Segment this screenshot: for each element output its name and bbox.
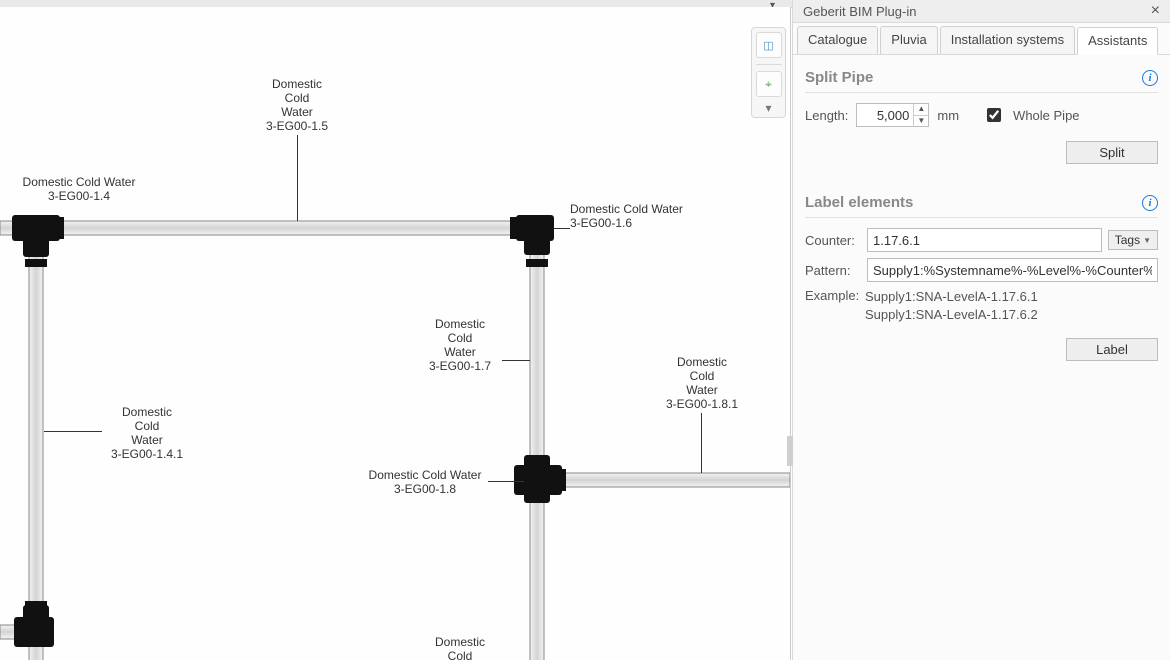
- leader-line: [297, 135, 298, 221]
- split-pipe-heading-row: Split Pipe i: [805, 69, 1158, 86]
- leader-line: [502, 360, 530, 361]
- model-viewport[interactable]: ◫ ⌖ ▾: [0, 7, 791, 660]
- tab-installation-systems[interactable]: Installation systems: [940, 26, 1075, 54]
- pipe-label: Domestic Cold Water 3-EG00-1.8.1: [654, 355, 750, 411]
- section-divider: [805, 92, 1158, 93]
- label-l1: Domestic: [252, 77, 342, 91]
- sidebar-header: Geberit BIM Plug-in ×: [793, 0, 1170, 23]
- label-l2: Cold: [252, 91, 342, 105]
- example-block: Example: Supply1:SNA-LevelA-1.17.6.1 Sup…: [805, 288, 1158, 324]
- info-icon[interactable]: i: [1142, 195, 1158, 211]
- assistants-pane: Split Pipe i Length: ▲ ▼ mm Whole Pipe: [793, 55, 1170, 373]
- spinner-down-icon[interactable]: ▼: [914, 116, 928, 127]
- tab-assistants[interactable]: Assistants: [1077, 27, 1158, 55]
- pipe-label: Domestic Cold Water 3-EG00-1.7: [415, 317, 505, 373]
- counter-input[interactable]: [867, 228, 1102, 252]
- sidebar-title: Geberit BIM Plug-in: [803, 4, 916, 19]
- label-id: 3-EG00-1.8.1: [654, 397, 750, 411]
- label-button[interactable]: Label: [1066, 338, 1158, 361]
- label-l3: Water: [102, 433, 192, 447]
- plugin-sidebar: Geberit BIM Plug-in × Catalogue Pluvia I…: [792, 0, 1170, 660]
- pipe-network: [0, 7, 790, 660]
- section-divider: [805, 217, 1158, 218]
- label-l2: Cold: [415, 331, 505, 345]
- tab-pluvia[interactable]: Pluvia: [880, 26, 937, 54]
- example-line: Supply1:SNA-LevelA-1.17.6.1: [865, 288, 1038, 306]
- example-lines: Supply1:SNA-LevelA-1.17.6.1 Supply1:SNA-…: [865, 288, 1038, 324]
- label-id: 3-EG00-1.8: [360, 482, 490, 496]
- pipe-label: Domestic Cold Water 3-EG00-1.5: [252, 77, 342, 133]
- spinner-up-icon[interactable]: ▲: [914, 104, 928, 116]
- label-elements-heading-row: Label elements i: [805, 194, 1158, 211]
- pipe-label: Domestic Cold Water 3-EG00-1.4.1: [102, 405, 192, 461]
- whole-pipe-label: Whole Pipe: [1013, 108, 1079, 123]
- label-id: 3-EG00-1.5: [252, 119, 342, 133]
- length-spinner[interactable]: ▲ ▼: [856, 103, 929, 127]
- label-id: 3-EG00-1.4.1: [102, 447, 192, 461]
- split-button[interactable]: Split: [1066, 141, 1158, 164]
- pipe-label: Domestic Cold Water 3-EG00-1.4: [4, 175, 154, 203]
- label-l1: Domestic: [654, 355, 750, 369]
- leader-line: [701, 413, 702, 473]
- label-header: Domestic Cold Water: [360, 468, 490, 482]
- counter-label: Counter:: [805, 233, 861, 248]
- leader-line: [554, 228, 570, 229]
- label-id: 3-EG00-1.6: [570, 216, 700, 230]
- example-label: Example:: [805, 288, 861, 324]
- pipe-label: Domestic Cold Water 3-EG00-1.8: [360, 468, 490, 496]
- label-l2: Cold: [415, 649, 505, 660]
- length-input[interactable]: [857, 108, 913, 123]
- length-unit: mm: [937, 108, 959, 123]
- label-l3: Water: [654, 383, 750, 397]
- example-line: Supply1:SNA-LevelA-1.17.6.2: [865, 306, 1038, 324]
- tags-label: Tags: [1115, 233, 1140, 247]
- pattern-input[interactable]: [867, 258, 1158, 282]
- label-l1: Domestic: [415, 317, 505, 331]
- label-l3: Water: [252, 105, 342, 119]
- spinner-buttons: ▲ ▼: [913, 104, 928, 127]
- counter-row: Counter: Tags ▼: [805, 228, 1158, 252]
- label-header: Domestic Cold Water: [4, 175, 154, 189]
- length-label: Length:: [805, 108, 848, 123]
- label-l1: Domestic: [415, 635, 505, 649]
- label-l3: Water: [415, 345, 505, 359]
- label-id: 3-EG00-1.7: [415, 359, 505, 373]
- tab-catalogue[interactable]: Catalogue: [797, 26, 878, 54]
- length-row: Length: ▲ ▼ mm Whole Pipe: [805, 103, 1158, 127]
- leader-line: [44, 431, 102, 432]
- label-id: 3-EG00-1.4: [4, 189, 154, 203]
- chevron-down-icon: ▼: [1143, 236, 1151, 245]
- tab-strip: Catalogue Pluvia Installation systems As…: [793, 23, 1170, 55]
- label-header: Domestic Cold Water: [570, 202, 700, 216]
- label-l2: Cold: [654, 369, 750, 383]
- pipe-label-partial: Domestic Cold: [415, 635, 505, 660]
- pattern-row: Pattern:: [805, 258, 1158, 282]
- label-l1: Domestic: [102, 405, 192, 419]
- pattern-label: Pattern:: [805, 263, 861, 278]
- close-icon[interactable]: ×: [1147, 2, 1164, 20]
- tags-dropdown-button[interactable]: Tags ▼: [1108, 230, 1158, 250]
- split-pipe-heading: Split Pipe: [805, 69, 873, 86]
- label-l2: Cold: [102, 419, 192, 433]
- label-elements-heading: Label elements: [805, 194, 913, 211]
- whole-pipe-checkbox[interactable]: [987, 108, 1001, 122]
- leader-line: [488, 481, 524, 482]
- info-icon[interactable]: i: [1142, 70, 1158, 86]
- splitter-handle[interactable]: [787, 436, 793, 466]
- pipe-label: Domestic Cold Water 3-EG00-1.6: [570, 202, 700, 230]
